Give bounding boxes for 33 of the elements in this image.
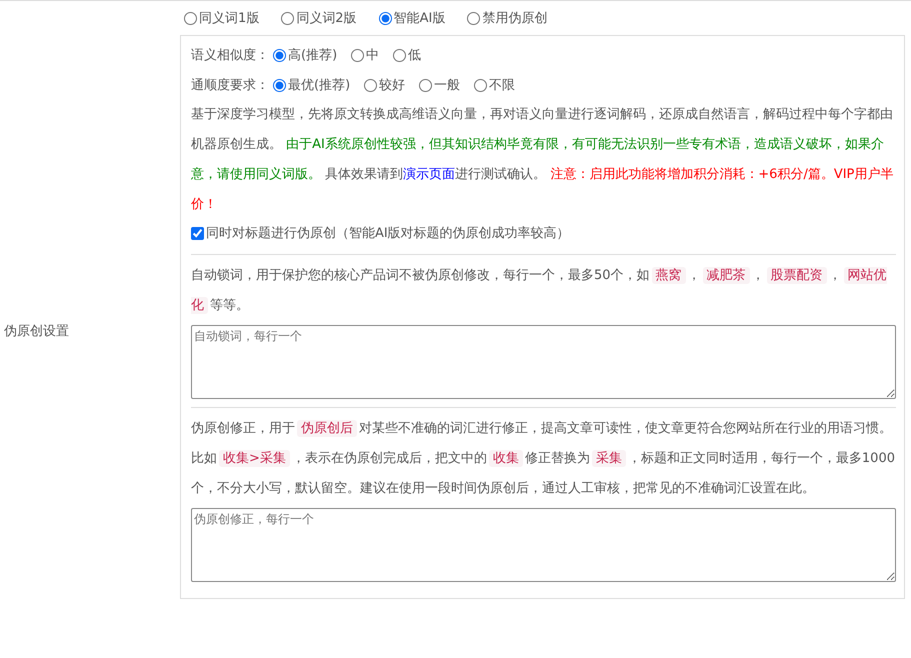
option-label[interactable]: 较好 — [379, 76, 406, 94]
option-label[interactable]: 智能AI版 — [394, 9, 446, 27]
section-label: 伪原创设置 — [4, 322, 69, 340]
similarity-label: 语义相似度： — [191, 47, 269, 64]
radio-button[interactable] — [467, 12, 480, 24]
description-text: 基于深度学习模型，先将原文转换成高维语义向量，再对语义向量进行逐词解码，还原成自然语言，解码过程中每个字都由机器原创生成。 由于AI系统原创性较强，但其知识结构毕竟有限，有可能无法识别一些专有术语，造成语义破坏，如果介意，请使用同义词版。 具体效果请到演示页面进行测试确认。 注意：启用此功能将增加积分消耗：+6积分/篇。VIP用户半价！ — [191, 106, 894, 214]
description-text: 自动锁词，用于保护您的核心产品词不被伪原创修改，每行一个，最多50个，如 燕窝 ， 减肥茶 ， 股票配资 ， 网站优化 等等。 — [191, 266, 888, 316]
option-label[interactable]: 禁用伪原创 — [482, 9, 548, 27]
option-label[interactable]: 中 — [366, 46, 380, 64]
radio-button[interactable] — [419, 78, 432, 92]
radio-button[interactable] — [281, 12, 294, 24]
option-label[interactable]: 不限 — [489, 76, 516, 94]
radio-button[interactable] — [184, 12, 197, 24]
radio-button[interactable] — [351, 48, 364, 62]
radio-button[interactable] — [273, 78, 286, 92]
option-label[interactable]: 一般 — [434, 76, 460, 94]
radio-button[interactable] — [474, 78, 488, 92]
radio-button[interactable] — [273, 48, 286, 62]
demo-page-link[interactable]: 演示页面 — [403, 167, 456, 182]
description-text: 伪原创修正，用于 伪原创后 对某些不准确的词汇进行修正，提高文章可读性，使文章更符合您网站所在行业的用语习惯。比如 收集>采集 ，表示在伪原创完成后，把文中的 收集 修正替换为 采集 ，标题和正文同时适用，每行一个，最多1000个，不分大小写，默认留空。建议在使用一段时间伪原创后，通过人工审核，把常见的不准确词汇设置在此。 — [191, 419, 896, 498]
radio-button[interactable] — [393, 48, 406, 62]
radio-button[interactable] — [378, 12, 392, 24]
corrections-field[interactable]: 伪原创修正，每行一个 — [191, 508, 896, 582]
radio-button[interactable] — [364, 78, 378, 92]
option-label[interactable]: 低 — [408, 46, 422, 64]
lock-words-field[interactable]: 自动锁词，每行一个 — [191, 325, 896, 399]
checkbox[interactable] — [191, 226, 204, 240]
fluency-label: 通顺度要求： — [191, 77, 269, 94]
checkbox-label[interactable]: 同时对标题进行伪原创（智能AI版对标题的伪原创成功率较高） — [206, 224, 570, 242]
option-label[interactable]: 同义词1版 — [199, 9, 260, 27]
option-label[interactable]: 高(推荐) — [288, 46, 338, 64]
option-label[interactable]: 最优(推荐) — [288, 76, 350, 94]
option-label[interactable]: 同义词2版 — [296, 9, 357, 27]
